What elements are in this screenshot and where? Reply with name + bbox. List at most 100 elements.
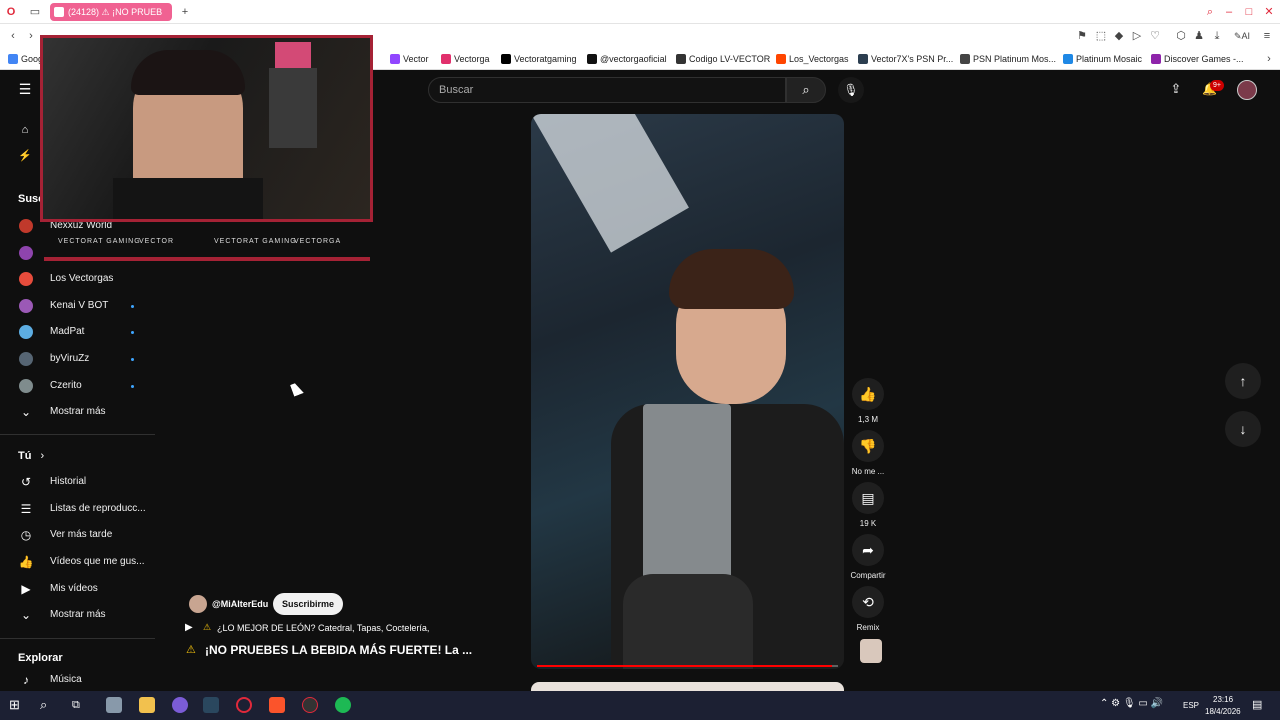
language-indicator[interactable]: ESP (1183, 701, 1199, 710)
short-video-player[interactable] (531, 114, 844, 669)
active-tab-title: (24128) ⚠ ¡NO PRUEB (68, 7, 163, 17)
channel-name[interactable]: @MiAlterEdu (212, 599, 268, 609)
avatar (19, 299, 33, 313)
show-more-you[interactable]: ⌄ Mostrar más (0, 602, 155, 628)
subscribe-button[interactable]: Suscribirme (273, 593, 343, 615)
dislike-action[interactable]: 👎 No me ... (852, 430, 884, 476)
new-content-dot (131, 358, 134, 361)
search-input[interactable]: Buscar (428, 77, 786, 103)
tab-menu-icon[interactable]: ▭ (28, 5, 42, 19)
tray-icons[interactable]: ⌃ ⚙ 🎙 ▭ 🔊 (1100, 698, 1163, 709)
share-action[interactable]: ➦ Compartir (850, 534, 886, 580)
subscription-item[interactable]: Czerito (0, 373, 155, 399)
windows-taskbar: ⊞ ⌕ ⧉ ⌃ ⚙ 🎙 ▭ 🔊 ESP 23:16 18/4/2026 ▤ (0, 691, 1280, 720)
maximize-icon[interactable]: □ (1242, 5, 1256, 19)
sidebar-item-my-videos[interactable]: ▶ Mis vídeos (0, 576, 155, 602)
profile-icon[interactable]: ♟ (1192, 29, 1206, 43)
overlay-accent-line (44, 257, 370, 261)
bookmark-item[interactable]: Vector (390, 51, 429, 67)
ai-icon[interactable]: ✎AI (1232, 29, 1252, 43)
notification-center-icon[interactable]: ▤ (1252, 698, 1262, 711)
bookmark-item[interactable]: PSN Platinum Mos... (960, 51, 1056, 67)
sidebar-item-watch-later[interactable]: ◷ Ver más tarde (0, 522, 155, 548)
app-icon[interactable] (302, 697, 318, 713)
playlist-icon: ☰ (20, 502, 32, 516)
avatar (19, 325, 33, 339)
subscription-item[interactable]: Los Vectorgas (0, 266, 155, 292)
bookmark-item[interactable]: Vector7X's PSN Pr... (858, 51, 953, 67)
sidebar-item-playlists[interactable]: ☰ Listas de reproducc... (0, 496, 155, 522)
upload-icon[interactable]: ⇪ (1169, 82, 1183, 96)
audio-thumbnail[interactable] (860, 639, 882, 663)
bookmark-google[interactable]: Goog (8, 51, 43, 67)
search-icon[interactable]: ⌕ (40, 697, 56, 713)
bookmark-item[interactable]: Codigo LV-VECTOR (676, 51, 770, 67)
sidebar-item-history[interactable]: ↺ Historial (0, 469, 155, 495)
you-section-title[interactable]: Tú › (18, 450, 44, 462)
bookmark-item[interactable]: @vectorgaoficial (587, 51, 667, 67)
heart-icon[interactable]: ♡ (1148, 29, 1162, 43)
comments-action[interactable]: ▤ 19 K (852, 482, 884, 528)
sidebar-item-music[interactable]: ♪ Música (0, 667, 155, 693)
extensions-icon[interactable]: ⬡ (1174, 29, 1188, 43)
app-icon[interactable] (172, 697, 188, 713)
explore-title: Explorar (18, 652, 63, 664)
brave-icon[interactable] (269, 697, 285, 713)
play-icon[interactable]: ▶ (185, 622, 193, 633)
bookmark-item[interactable]: Platinum Mosaic (1063, 51, 1142, 67)
short-subtitle[interactable]: ¿LO MEJOR DE LEÓN? Catedral, Tapas, Coct… (217, 623, 429, 633)
previous-short-button[interactable]: ↑ (1225, 363, 1261, 399)
steam-icon[interactable] (203, 697, 219, 713)
show-more-subscriptions[interactable]: ⌄ Mostrar más (0, 399, 155, 425)
remix-action[interactable]: ⟲ Remix (852, 586, 884, 632)
voice-search-button[interactable]: 🎙 (838, 77, 864, 103)
clock-date[interactable]: 18/4/2026 (1205, 707, 1241, 716)
user-avatar[interactable] (1237, 80, 1257, 100)
app-icon[interactable] (106, 697, 122, 713)
thumbs-up-icon: 👍 (18, 555, 34, 569)
bookmark-item[interactable]: Discover Games -... (1151, 51, 1244, 67)
bookmark-item[interactable]: Los_Vectorgas (776, 51, 849, 67)
next-short-button[interactable]: ↓ (1225, 411, 1261, 447)
bookmark-item[interactable]: Vectoratgaming (501, 51, 577, 67)
subscription-item[interactable]: Kenai V BOT (0, 293, 155, 319)
download-icon[interactable]: ⤓ (1210, 29, 1224, 43)
new-tab-icon[interactable]: + (178, 5, 192, 19)
task-view-icon[interactable]: ⧉ (72, 697, 88, 713)
opera-logo-icon[interactable]: O (4, 5, 18, 19)
sidebar-item-liked[interactable]: 👍 Vídeos que me gus... (0, 549, 155, 575)
short-title[interactable]: ¡NO PRUEBES LA BEBIDA MÁS FUERTE! La ... (205, 643, 472, 657)
file-explorer-icon[interactable] (139, 697, 155, 713)
minimize-icon[interactable]: – (1222, 5, 1236, 19)
channel-avatar[interactable] (189, 595, 207, 613)
browser-menu-icon[interactable]: ≡ (1260, 29, 1274, 43)
opera-icon[interactable] (236, 697, 252, 713)
windows-start-icon[interactable]: ⊞ (9, 697, 25, 713)
snapshot-icon[interactable]: ⬚ (1094, 29, 1108, 43)
subscription-item[interactable]: MadPat (0, 319, 155, 345)
bookmark-icon[interactable]: ⚑ (1075, 29, 1089, 43)
play-icon[interactable]: ▷ (1130, 29, 1144, 43)
search-tabs-icon[interactable]: ⌕ (1203, 5, 1217, 19)
forward-icon[interactable]: › (24, 29, 38, 43)
subscription-item[interactable]: byViruZz (0, 346, 155, 372)
avatar (19, 352, 33, 366)
remix-icon: ⟲ (852, 586, 884, 618)
shorts-icon[interactable]: ⚡ (18, 149, 32, 163)
home-icon[interactable]: ⌂ (18, 123, 32, 137)
sidebar-divider (0, 638, 155, 639)
search-button[interactable]: ⌕ (786, 77, 826, 103)
like-action[interactable]: 👍 1,3 M (852, 378, 884, 424)
close-window-icon[interactable]: ✕ (1262, 5, 1276, 19)
shield-icon[interactable]: ◆ (1112, 29, 1126, 43)
active-tab[interactable]: (24128) ⚠ ¡NO PRUEB (50, 3, 172, 21)
back-icon[interactable]: ‹ (6, 29, 20, 43)
video-progress-track[interactable] (537, 665, 838, 667)
next-short-preview[interactable] (531, 682, 844, 691)
bookmark-item[interactable]: Vectorga (441, 51, 490, 67)
sidebar-divider (0, 434, 155, 435)
clock-time[interactable]: 23:16 (1213, 695, 1233, 704)
bookmarks-more-icon[interactable]: › (1262, 52, 1276, 66)
spotify-icon[interactable] (335, 697, 351, 713)
hamburger-menu-icon[interactable]: ☰ (18, 82, 32, 96)
